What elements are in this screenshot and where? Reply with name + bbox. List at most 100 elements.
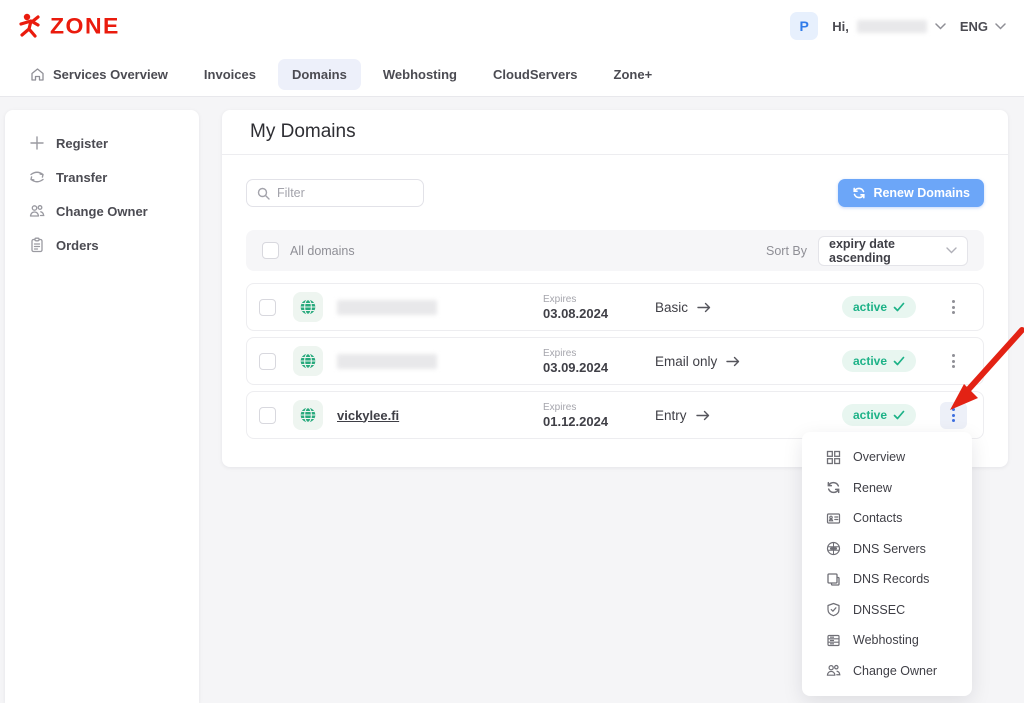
nav-zone-plus[interactable]: Zone+ (600, 59, 667, 90)
expiry-date: 01.12.2024 (543, 414, 655, 429)
menu-item-renew[interactable]: Renew (802, 473, 972, 504)
sidebar: Register Transfer Change Owner Orde (5, 110, 199, 703)
shield-check-icon (826, 602, 841, 617)
filter-field[interactable] (246, 179, 424, 207)
menu-label: Contacts (853, 511, 902, 525)
row-menu-button[interactable] (940, 348, 967, 375)
check-icon (893, 410, 905, 420)
domain-row: Expires 03.09.2024 Email only active (246, 337, 984, 385)
renew-domains-button[interactable]: Renew Domains (838, 179, 984, 207)
chevron-down-icon (935, 23, 946, 30)
select-all-checkbox[interactable] (262, 242, 279, 259)
main-nav: Services Overview Invoices Domains Webho… (0, 52, 1024, 97)
menu-label: Change Owner (853, 664, 937, 678)
arrow-right-icon (726, 356, 740, 367)
sidebar-item-orders[interactable]: Orders (5, 228, 199, 262)
row-menu-button[interactable] (940, 294, 967, 321)
redacted-username (857, 20, 927, 33)
row-checkbox[interactable] (259, 407, 276, 424)
row-checkbox[interactable] (259, 353, 276, 370)
chevron-down-icon (946, 247, 957, 254)
menu-item-dnssec[interactable]: DNSSEC (802, 595, 972, 626)
sidebar-item-transfer[interactable]: Transfer (5, 160, 199, 194)
avatar[interactable]: P (790, 12, 818, 40)
menu-item-dns-servers[interactable]: DNS Servers (802, 534, 972, 565)
nav-label: Services Overview (53, 67, 168, 82)
user-menu[interactable]: Hi, (832, 19, 946, 34)
expiry-date: 03.08.2024 (543, 306, 655, 321)
refresh-icon (826, 480, 841, 495)
redacted-domain-name (337, 300, 437, 315)
transfer-icon (29, 169, 45, 185)
package-link[interactable]: Basic (655, 300, 823, 315)
row-menu-button-open[interactable] (940, 402, 967, 429)
zone-logo[interactable]: ZONE (18, 12, 120, 40)
domain-list: Expires 03.08.2024 Basic active (246, 283, 984, 439)
menu-label: Renew (853, 481, 892, 495)
nav-invoices[interactable]: Invoices (190, 59, 270, 90)
sort-by-label: Sort By (766, 244, 807, 258)
sort-select[interactable]: expiry date ascending (818, 236, 968, 266)
globe-icon (293, 346, 323, 376)
nav-label: Zone+ (614, 67, 653, 82)
domain-link[interactable]: vickylee.fi (337, 408, 543, 423)
menu-item-contacts[interactable]: Contacts (802, 503, 972, 534)
nav-services-overview[interactable]: Services Overview (16, 59, 182, 90)
sidebar-label: Transfer (56, 170, 107, 185)
renew-button-label: Renew Domains (873, 186, 970, 200)
check-icon (893, 356, 905, 366)
status-text: active (853, 408, 887, 422)
filter-input[interactable] (277, 186, 413, 200)
sort-select-value: expiry date ascending (829, 237, 946, 265)
sidebar-label: Change Owner (56, 204, 148, 219)
search-icon (257, 187, 270, 200)
menu-item-webhosting[interactable]: Webhosting (802, 625, 972, 656)
top-header: ZONE P Hi, ENG (0, 0, 1024, 52)
menu-label: Overview (853, 450, 905, 464)
package-link[interactable]: Email only (655, 354, 823, 369)
status-badge: active (842, 296, 916, 318)
package-link[interactable]: Entry (655, 408, 823, 423)
copy-icon (826, 572, 841, 587)
globe-dns-icon (826, 541, 841, 556)
sidebar-item-register[interactable]: Register (5, 126, 199, 160)
greeting-label: Hi, (832, 19, 849, 34)
plus-icon (29, 135, 45, 151)
server-icon (826, 633, 841, 648)
expires-label: Expires (543, 348, 655, 360)
sidebar-label: Orders (56, 238, 99, 253)
package-name: Email only (655, 354, 717, 369)
nav-webhosting[interactable]: Webhosting (369, 59, 471, 90)
language-selector[interactable]: ENG (960, 19, 1006, 34)
menu-label: DNS Servers (853, 542, 926, 556)
arrow-right-icon (696, 410, 710, 421)
nav-label: CloudServers (493, 67, 578, 82)
nav-cloudservers[interactable]: CloudServers (479, 59, 592, 90)
expires-label: Expires (543, 402, 655, 414)
refresh-icon (852, 186, 866, 200)
toolbar: Renew Domains (222, 155, 1008, 207)
menu-item-change-owner[interactable]: Change Owner (802, 656, 972, 687)
nav-domains[interactable]: Domains (278, 59, 361, 90)
status-text: active (853, 300, 887, 314)
status-text: active (853, 354, 887, 368)
redacted-domain-name (337, 354, 437, 369)
people-icon (29, 203, 45, 219)
menu-label: DNSSEC (853, 603, 905, 617)
people-icon (826, 663, 841, 678)
check-icon (893, 302, 905, 312)
all-domains-label: All domains (290, 244, 355, 258)
panel-header: My Domains (222, 110, 1008, 155)
list-controls-bar: All domains Sort By expiry date ascendin… (246, 230, 984, 271)
id-card-icon (826, 511, 841, 526)
menu-item-dns-records[interactable]: DNS Records (802, 564, 972, 595)
row-checkbox[interactable] (259, 299, 276, 316)
globe-icon (293, 292, 323, 322)
grid-icon (826, 450, 841, 465)
sidebar-item-change-owner[interactable]: Change Owner (5, 194, 199, 228)
domain-row: Expires 03.08.2024 Basic active (246, 283, 984, 331)
clipboard-icon (29, 237, 45, 253)
sidebar-label: Register (56, 136, 108, 151)
menu-item-overview[interactable]: Overview (802, 442, 972, 473)
home-icon (30, 67, 45, 82)
